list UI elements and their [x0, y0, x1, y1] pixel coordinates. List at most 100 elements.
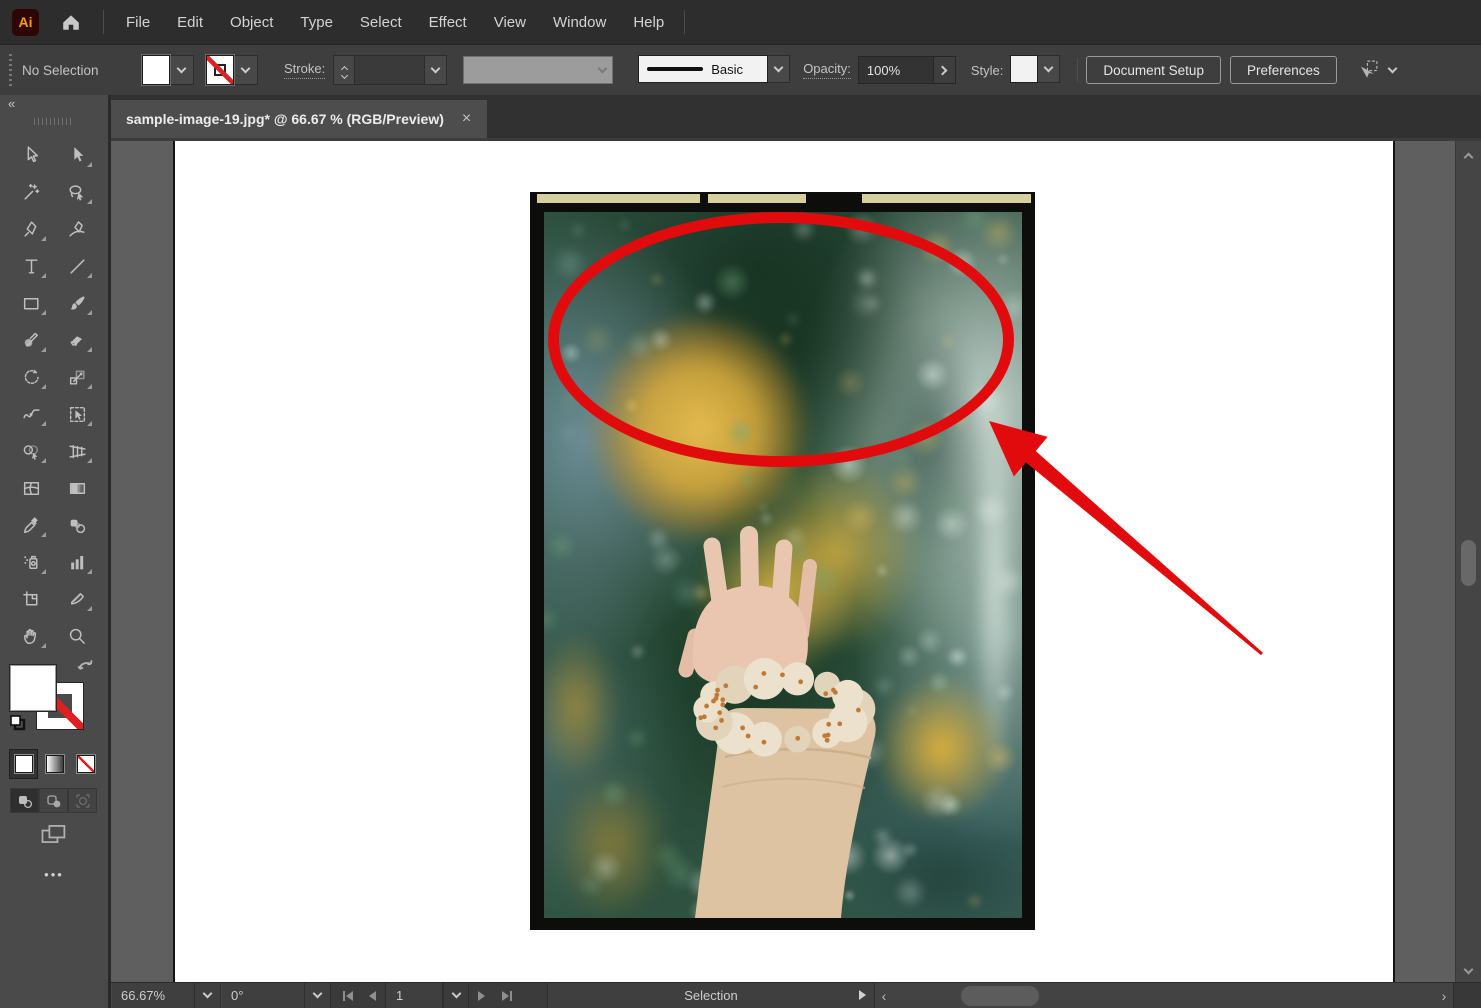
tool-free-transform[interactable] — [60, 400, 94, 428]
tool-shape-builder[interactable] — [14, 437, 48, 465]
tool-selection[interactable] — [14, 141, 48, 169]
panel-grip-dots[interactable] — [34, 118, 74, 125]
scroll-left-icon[interactable]: ‹ — [875, 988, 893, 1004]
annotation-arrow[interactable] — [940, 400, 1280, 670]
gradient-button[interactable] — [41, 750, 68, 778]
vertical-scroll-thumb[interactable] — [1461, 540, 1476, 586]
status-menu-arrow-icon[interactable] — [859, 990, 866, 1000]
select-similar-control[interactable] — [1355, 57, 1396, 83]
stroke-weight-dropdown[interactable] — [425, 55, 447, 85]
menu-help[interactable]: Help — [633, 14, 664, 31]
color-button[interactable] — [10, 750, 37, 778]
rotation-dropdown-button[interactable] — [304, 983, 330, 1008]
opacity-field[interactable]: 100% — [858, 56, 934, 84]
menu-view[interactable]: View — [494, 14, 526, 31]
next-artboard-button[interactable] — [469, 983, 494, 1008]
illustrator-logo-icon[interactable]: Ai — [12, 9, 39, 36]
stroke-weight-stepper[interactable] — [333, 55, 355, 85]
last-artboard-button[interactable] — [494, 983, 519, 1008]
menu-type[interactable]: Type — [300, 14, 333, 31]
tool-rotate[interactable] — [14, 363, 48, 391]
tool-width[interactable] — [14, 400, 48, 428]
statusbar-corner — [1453, 983, 1481, 1008]
width-profile-dropdown[interactable] — [463, 56, 613, 84]
none-button[interactable] — [72, 750, 99, 778]
tool-zoom[interactable] — [60, 622, 94, 650]
horizontal-scrollbar[interactable]: ‹ › — [875, 983, 1453, 1008]
document-tab[interactable]: sample-image-19.jpg* @ 66.67 % (RGB/Prev… — [111, 100, 487, 138]
screen-mode-button[interactable] — [0, 821, 108, 847]
opacity-label[interactable]: Opacity: — [803, 61, 851, 79]
tool-slice[interactable] — [60, 585, 94, 613]
scroll-up-icon[interactable] — [1464, 153, 1474, 163]
scroll-down-icon[interactable] — [1464, 965, 1474, 975]
home-icon[interactable] — [59, 10, 83, 34]
draw-behind-button[interactable] — [39, 788, 68, 813]
tool-artboard[interactable] — [14, 585, 48, 613]
zoom-level-control[interactable]: 66.67% — [111, 983, 221, 1008]
draw-inside-button[interactable] — [68, 788, 97, 813]
preferences-button[interactable]: Preferences — [1230, 56, 1337, 84]
tool-direct-selection[interactable] — [60, 141, 94, 169]
fill-dropdown-button[interactable] — [170, 55, 194, 85]
brush-definition-field[interactable]: Basic — [638, 55, 768, 83]
brush-dropdown-button[interactable] — [768, 55, 790, 83]
tool-magic-wand[interactable] — [14, 178, 48, 206]
collapse-panel-button[interactable]: « — [8, 96, 16, 111]
stroke-swatch[interactable] — [206, 55, 234, 85]
zoom-dropdown-button[interactable] — [194, 983, 220, 1008]
artboard-number-field[interactable]: 1 — [385, 983, 443, 1008]
status-display[interactable]: Selection — [547, 983, 875, 1008]
tool-gradient[interactable] — [60, 474, 94, 502]
stroke-dropdown-button[interactable] — [234, 55, 258, 85]
stroke-label[interactable]: Stroke: — [284, 61, 325, 79]
menu-file[interactable]: File — [126, 14, 150, 31]
tool-curvature[interactable] — [60, 215, 94, 243]
horizontal-scroll-track[interactable] — [893, 983, 1435, 1008]
menu-select[interactable]: Select — [360, 14, 402, 31]
horizontal-scroll-thumb[interactable] — [961, 986, 1039, 1006]
panel-grip[interactable] — [9, 54, 12, 86]
opacity-expand-button[interactable] — [934, 56, 956, 84]
selection-icon — [21, 145, 42, 166]
tool-blend[interactable] — [60, 511, 94, 539]
menu-edit[interactable]: Edit — [177, 14, 203, 31]
draw-normal-button[interactable] — [10, 788, 39, 813]
tool-pen[interactable] — [14, 215, 48, 243]
tool-mesh[interactable] — [14, 474, 48, 502]
menu-effect[interactable]: Effect — [429, 14, 467, 31]
stroke-weight-field[interactable] — [355, 55, 425, 85]
tool-scale[interactable] — [60, 363, 94, 391]
menu-object[interactable]: Object — [230, 14, 273, 31]
vertical-scrollbar[interactable] — [1455, 141, 1481, 982]
rotation-control[interactable]: 0° — [221, 983, 331, 1008]
first-artboard-button[interactable] — [335, 983, 360, 1008]
document-setup-button[interactable]: Document Setup — [1086, 56, 1221, 84]
canvas-area[interactable] — [111, 141, 1481, 982]
close-icon[interactable]: × — [462, 110, 471, 128]
edit-toolbar-button[interactable]: ••• — [0, 867, 108, 882]
tool-type[interactable] — [14, 252, 48, 280]
scroll-right-icon[interactable]: › — [1435, 988, 1453, 1004]
tool-eraser[interactable] — [60, 326, 94, 354]
swap-fill-stroke-icon[interactable] — [76, 657, 96, 682]
tool-shaper[interactable] — [14, 326, 48, 354]
tool-hand[interactable] — [14, 622, 48, 650]
previous-artboard-button[interactable] — [360, 983, 385, 1008]
blend-icon — [67, 515, 88, 536]
default-fill-stroke-icon[interactable] — [8, 713, 28, 738]
menu-window[interactable]: Window — [553, 14, 606, 31]
fill-proxy[interactable] — [10, 665, 56, 711]
tool-line-segment[interactable] — [60, 252, 94, 280]
tool-eyedropper[interactable] — [14, 511, 48, 539]
artboard-dropdown-button[interactable] — [443, 983, 469, 1008]
style-swatch[interactable] — [1010, 55, 1038, 83]
style-dropdown-button[interactable] — [1038, 55, 1060, 83]
tool-lasso[interactable] — [60, 178, 94, 206]
tool-perspective-grid[interactable] — [60, 437, 94, 465]
fill-swatch[interactable] — [142, 55, 170, 85]
tool-rectangle[interactable] — [14, 289, 48, 317]
tool-column-graph[interactable] — [60, 548, 94, 576]
tool-paintbrush[interactable] — [60, 289, 94, 317]
tool-symbol-sprayer[interactable] — [14, 548, 48, 576]
